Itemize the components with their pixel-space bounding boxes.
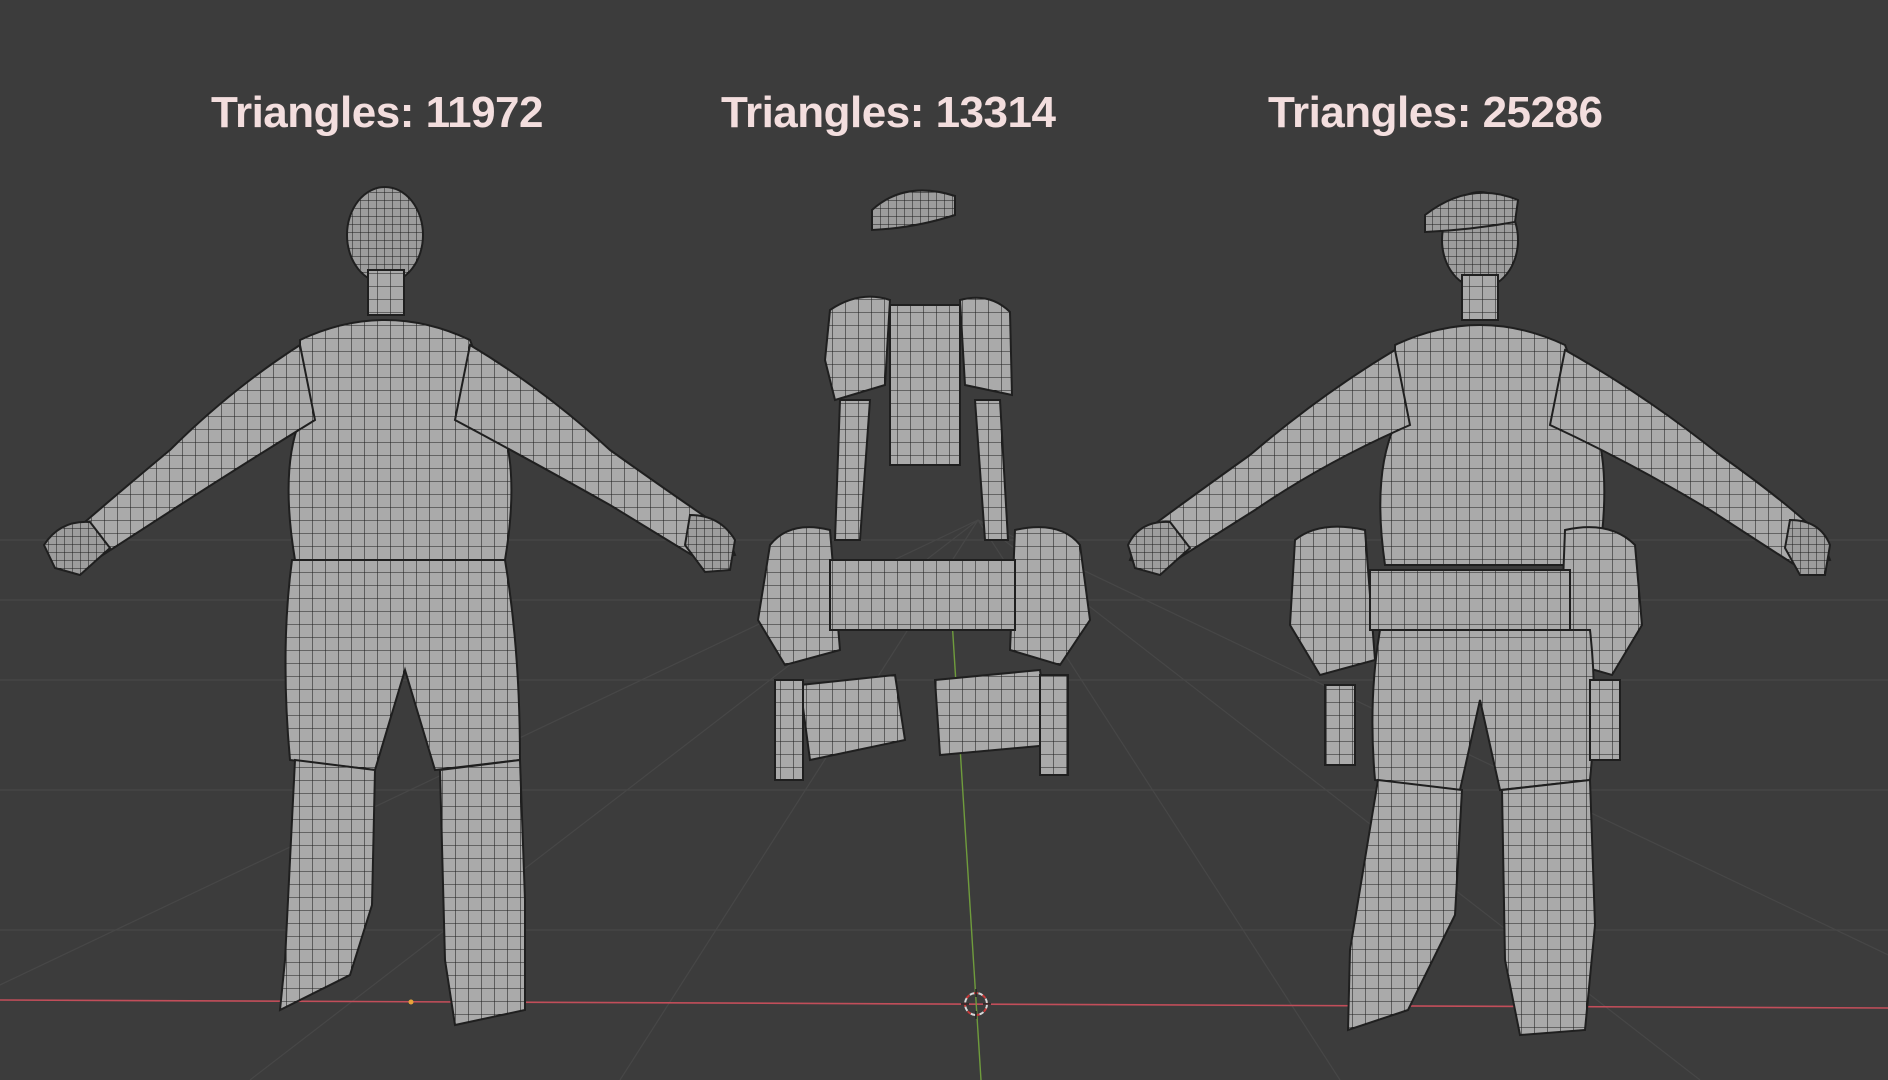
triangle-count-center: Triangles: 13314 xyxy=(721,88,1056,137)
triangle-count-right: Triangles: 25286 xyxy=(1268,88,1603,137)
triangle-count-left: Triangles: 11972 xyxy=(211,88,544,137)
3d-viewport[interactable]: Triangles: 11972 Triangles: 13314 Triang… xyxy=(0,0,1888,1080)
gear-mesh[interactable] xyxy=(756,189,1092,781)
origin-dot xyxy=(408,999,414,1005)
body-base-mesh[interactable] xyxy=(42,186,737,1027)
viewport-scene[interactable] xyxy=(0,0,1888,1080)
